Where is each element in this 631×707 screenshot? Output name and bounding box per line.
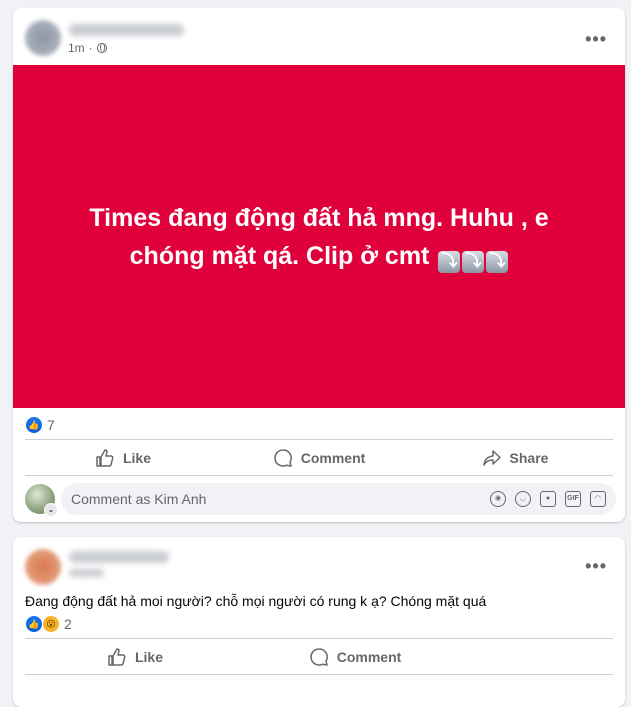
action-bar: Like Comment — [25, 640, 465, 674]
reaction-count: 2 — [64, 616, 72, 632]
like-reaction-icon: 👍 — [25, 416, 43, 434]
like-label: Like — [122, 450, 151, 466]
post-meta — [69, 569, 104, 577]
sticker-icon[interactable]: ◠ — [590, 491, 606, 507]
divider — [25, 674, 613, 675]
globe-icon — [96, 43, 107, 53]
reaction-count: 7 — [47, 417, 55, 433]
arrow-emoji-icon: ⤵ — [462, 250, 485, 273]
text-banner[interactable]: Times đang động đất hả mng. Huhu , e chó… — [13, 65, 625, 408]
author-name[interactable] — [69, 24, 184, 36]
more-options-icon[interactable]: ••• — [585, 557, 607, 575]
comment-icon — [310, 648, 328, 666]
camera-icon[interactable]: ● — [540, 491, 556, 507]
post-time[interactable]: 1m — [68, 41, 85, 55]
share-icon — [482, 450, 501, 466]
more-options-icon[interactable]: ••• — [585, 30, 607, 48]
comment-button[interactable]: Comment — [221, 441, 417, 475]
comment-button[interactable]: Comment — [245, 640, 465, 674]
arrow-emoji-icon: ⤵ — [486, 250, 509, 273]
post-card-1: 1m · ••• Times đang động đất hả mng. Huh… — [13, 8, 625, 522]
comment-placeholder: Comment as Kim Anh — [71, 491, 207, 507]
comment-tools: ◉ ◡ ● GIF ◠ — [490, 491, 606, 507]
comment-input[interactable]: Comment as Kim Anh ◉ ◡ ● GIF ◠ — [61, 483, 616, 515]
post-text: Đang động đất hả moi người? chỗ mọi ngườ… — [25, 593, 487, 609]
like-label: Like — [134, 649, 163, 665]
arrow-emoji-icon: ⤵ — [438, 250, 461, 273]
banner-content: Times đang động đất hả mng. Huhu , e chó… — [59, 199, 579, 275]
share-button[interactable]: Share — [417, 441, 613, 475]
wow-reaction-icon: 😮 — [42, 615, 60, 633]
comment-label: Comment — [300, 450, 366, 466]
gif-icon[interactable]: GIF — [565, 491, 581, 507]
reaction-summary[interactable]: 👍 😮 2 — [25, 615, 72, 633]
post-meta: 1m · — [68, 41, 107, 55]
emoji-icon[interactable]: ◡ — [515, 491, 531, 507]
divider — [25, 638, 613, 639]
divider — [25, 475, 613, 476]
action-bar: Like Comment Share — [25, 441, 613, 475]
post-card-2: ••• Đang động đất hả moi người? chỗ mọi … — [13, 537, 625, 707]
chevron-down-icon[interactable]: ⌄ — [44, 503, 58, 517]
comment-icon — [274, 449, 292, 467]
comment-label: Comment — [336, 649, 402, 665]
reaction-summary[interactable]: 👍 7 — [25, 416, 55, 434]
author-name[interactable] — [69, 551, 169, 563]
divider — [25, 439, 613, 440]
like-button[interactable]: Like — [25, 640, 245, 674]
like-reaction-icon: 👍 — [25, 615, 43, 633]
author-avatar[interactable] — [25, 20, 61, 56]
like-button[interactable]: Like — [25, 441, 221, 475]
comment-composer: ⌄ Comment as Kim Anh ◉ ◡ ● GIF ◠ — [25, 483, 616, 517]
like-icon — [96, 449, 114, 467]
avatar-sticker-icon[interactable]: ◉ — [490, 491, 506, 507]
author-avatar[interactable] — [25, 549, 61, 585]
like-icon — [108, 648, 126, 666]
my-avatar[interactable]: ⌄ — [25, 484, 58, 517]
share-label: Share — [509, 450, 549, 466]
